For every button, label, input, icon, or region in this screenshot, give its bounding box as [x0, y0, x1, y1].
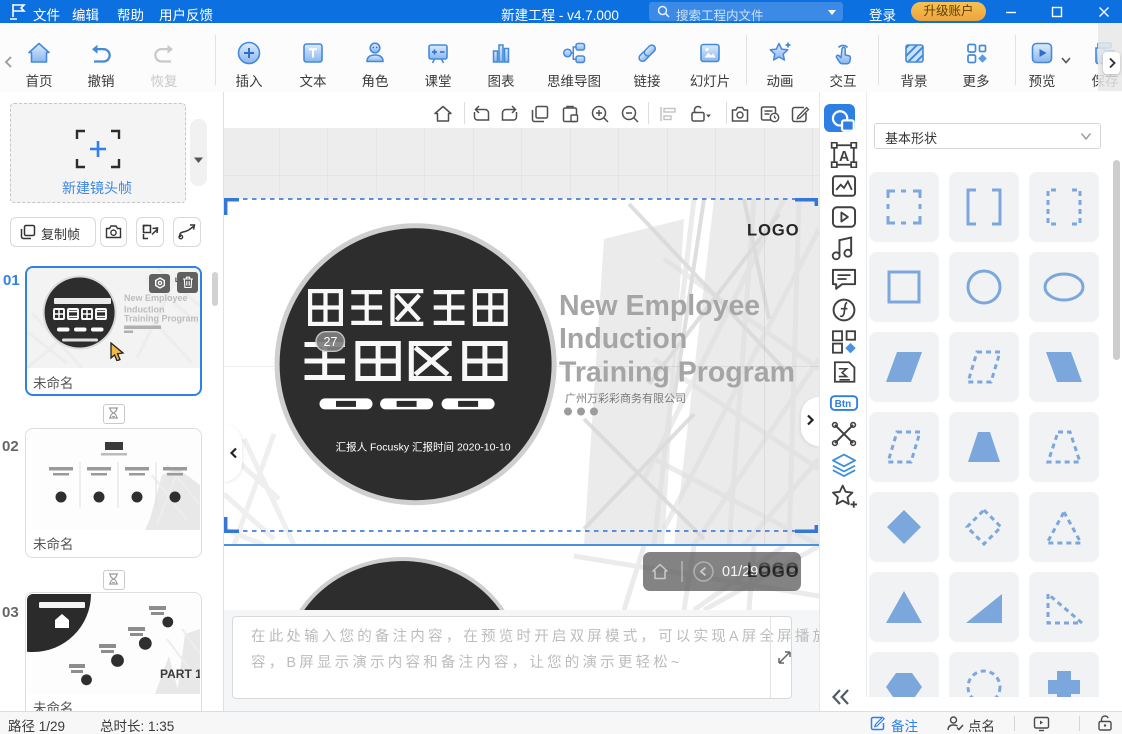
svg-text:Training Program: Training Program — [124, 314, 199, 324]
svg-text:New Employee: New Employee — [124, 293, 188, 303]
svg-text:Btn: Btn — [835, 399, 852, 410]
svg-text:A: A — [839, 149, 849, 165]
svg-text:PART 1: PART 1 — [160, 667, 200, 681]
